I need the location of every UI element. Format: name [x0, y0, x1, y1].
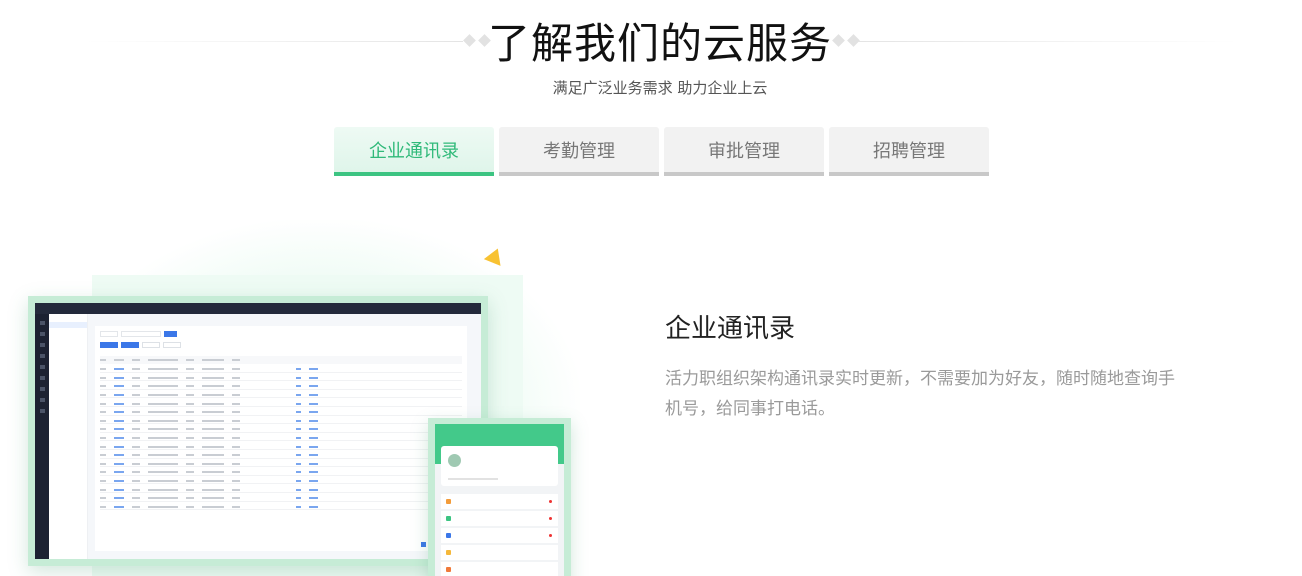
mockup-topbar	[35, 303, 481, 314]
list-item	[441, 562, 558, 576]
mockup-table-row	[100, 484, 462, 493]
mockup-table-row	[100, 381, 462, 390]
mockup-table-row	[100, 433, 462, 442]
mockup-table-row	[100, 398, 462, 407]
desktop-mockup	[35, 303, 481, 559]
mockup-table-card	[95, 326, 467, 551]
tab-contacts[interactable]: 企业通讯录	[334, 127, 494, 176]
phone-menu-list	[441, 494, 558, 576]
list-item	[441, 545, 558, 560]
mockup-table-row	[100, 476, 462, 485]
avatar	[448, 454, 461, 467]
phone-mockup	[435, 424, 564, 576]
phone-screenshot-illustration	[428, 418, 571, 576]
desktop-screenshot-illustration	[28, 296, 488, 566]
mockup-table-row	[100, 407, 462, 416]
feature-title: 企业通讯录	[665, 314, 796, 344]
mockup-menu	[49, 314, 88, 559]
list-item	[441, 511, 558, 526]
mockup-table-row	[100, 502, 462, 511]
service-tabs: 企业通讯录 考勤管理 审批管理 招聘管理	[334, 127, 989, 176]
header-decor-line-right	[858, 41, 1238, 42]
mockup-table-row	[100, 441, 462, 450]
list-item	[441, 528, 558, 543]
mockup-table-row	[100, 459, 462, 468]
phone-status-bar	[435, 424, 564, 432]
mockup-table-row	[100, 390, 462, 399]
mockup-table-row	[100, 416, 462, 425]
mockup-main	[88, 314, 481, 559]
mockup-table-row	[100, 373, 462, 382]
tab-recruitment[interactable]: 招聘管理	[829, 127, 989, 176]
mockup-table-row	[100, 364, 462, 373]
mockup-table-row	[100, 493, 462, 502]
mockup-table-row	[100, 424, 462, 433]
mockup-table-row	[100, 450, 462, 459]
feature-description: 活力职组织架构通讯录实时更新，不需要加为好友，随时随地查询手机号，给同事打电话。	[665, 369, 1175, 419]
page-subtitle: 满足广泛业务需求 助力企业上云	[552, 79, 768, 97]
phone-profile-card	[441, 446, 558, 486]
tab-approval[interactable]: 审批管理	[664, 127, 824, 176]
mockup-table-row	[100, 467, 462, 476]
mockup-sidebar	[35, 314, 49, 559]
tab-attendance[interactable]: 考勤管理	[499, 127, 659, 176]
list-item	[441, 494, 558, 509]
